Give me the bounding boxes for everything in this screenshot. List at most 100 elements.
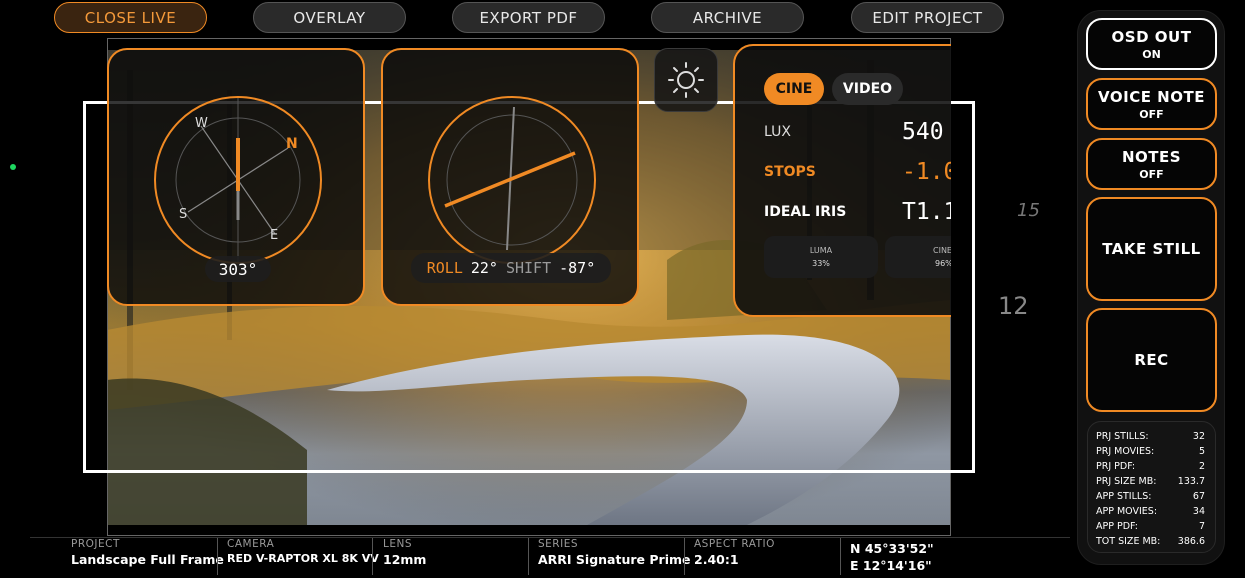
luma-label: LUMA <box>809 246 833 255</box>
voice-note-button[interactable]: VOICE NOTE OFF <box>1086 78 1217 130</box>
latitude: N 45°33'52" <box>850 541 934 556</box>
export-pdf-button[interactable]: EXPORT PDF <box>452 2 605 33</box>
project-value: Landscape Full Frame <box>71 552 224 567</box>
rec-button[interactable]: REC <box>1086 308 1217 412</box>
roll-label: ROLL <box>426 259 463 277</box>
divider <box>528 538 529 575</box>
archive-button[interactable]: ARCHIVE <box>651 2 804 33</box>
luma-value: 33% <box>812 259 830 268</box>
level-panel: ROLL 22° SHIFT -87° <box>381 48 639 306</box>
lens-info: LENS 12mm <box>383 538 426 575</box>
divider <box>840 538 841 575</box>
gps-info: N 45°33'52" E 12°14'16" <box>850 541 934 578</box>
stat-label: PRJ PDF: <box>1096 461 1136 472</box>
stat-value: 32 <box>1192 431 1205 442</box>
level-readout: ROLL 22° SHIFT -87° <box>411 253 611 283</box>
stat-value: 34 <box>1192 506 1205 517</box>
osd-out-state: ON <box>1142 47 1161 61</box>
stat-value: 7 <box>1198 521 1205 532</box>
stat-row: PRJ STILLS: 32 <box>1096 431 1205 442</box>
lens-label: LENS <box>383 538 413 550</box>
stat-label: PRJ SIZE MB: <box>1096 476 1157 487</box>
rec-label: REC <box>1134 351 1169 369</box>
camera-value: RED V-RAPTOR XL 8K VV <box>227 552 379 565</box>
side-number-12: 12 <box>998 292 1029 320</box>
compass-label-n: N <box>286 136 298 152</box>
stat-label: TOT SIZE MB: <box>1096 536 1161 547</box>
cine-label: CINE <box>933 246 951 255</box>
tab-cine[interactable]: CINE <box>764 73 824 105</box>
stat-value: 5 <box>1198 446 1205 457</box>
edit-project-button[interactable]: EDIT PROJECT <box>851 2 1004 33</box>
aspect-info: ASPECT RATIO 2.40:1 <box>694 538 775 575</box>
stat-row: PRJ MOVIES: 5 <box>1096 446 1205 457</box>
voice-note-title: VOICE NOTE <box>1098 87 1205 106</box>
compass-heading: 303° <box>205 256 271 282</box>
stat-value: 133.7 <box>1177 476 1205 487</box>
notes-button[interactable]: NOTES OFF <box>1086 138 1217 190</box>
roll-value: 22° <box>470 259 498 277</box>
notes-title: NOTES <box>1121 147 1182 166</box>
take-still-button[interactable]: TAKE STILL <box>1086 197 1217 301</box>
stops-label: STOPS <box>764 164 816 180</box>
series-info: SERIES ARRI Signature Prime <box>538 538 690 575</box>
stat-row: APP MOVIES: 34 <box>1096 506 1205 517</box>
compass-label-s: S <box>179 207 188 222</box>
project-info: PROJECT Landscape Full Frame <box>71 538 224 575</box>
stat-row: APP PDF: 7 <box>1096 521 1205 532</box>
stat-label: PRJ STILLS: <box>1096 431 1149 442</box>
stops-clip: -1.0 <box>900 155 951 191</box>
stat-value: 67 <box>1192 491 1205 502</box>
aspect-label: ASPECT RATIO <box>694 538 775 550</box>
lux-label: LUX <box>764 124 791 140</box>
stat-value: 386.6 <box>1177 536 1205 547</box>
stat-row: PRJ PDF: 2 <box>1096 461 1205 472</box>
stat-row: APP STILLS: 67 <box>1096 491 1205 502</box>
stat-label: APP PDF: <box>1096 521 1138 532</box>
longitude: E 12°14'16" <box>850 558 932 573</box>
divider <box>217 538 218 575</box>
side-number-15: 15 <box>1017 200 1040 221</box>
divider <box>372 538 373 575</box>
sun-icon <box>668 62 704 98</box>
camera-info: CAMERA RED V-RAPTOR XL 8K VV <box>227 538 379 575</box>
notes-state: OFF <box>1139 167 1164 181</box>
shift-label: SHIFT <box>505 259 552 277</box>
status-dot <box>10 164 16 170</box>
divider <box>684 538 685 575</box>
stat-value: 2 <box>1198 461 1205 472</box>
iris-clip: T1.1 <box>900 195 951 231</box>
stat-row: TOT SIZE MB: 386.6 <box>1096 536 1205 547</box>
series-value: ARRI Signature Prime <box>538 552 691 567</box>
tab-video[interactable]: VIDEO <box>832 73 903 105</box>
take-still-label: TAKE STILL <box>1102 240 1201 258</box>
osd-out-title: OSD OUT <box>1111 27 1192 46</box>
stat-label: APP MOVIES: <box>1096 506 1158 517</box>
stat-label: APP STILLS: <box>1096 491 1152 502</box>
stat-row: PRJ SIZE MB: 133.7 <box>1096 476 1205 487</box>
shift-value: -87° <box>559 259 596 277</box>
aspect-value: 2.40:1 <box>694 552 739 567</box>
camera-label: CAMERA <box>227 538 275 550</box>
cine-box-clip: CINE 96% <box>885 236 951 278</box>
compass-label-e: E <box>270 228 279 243</box>
brightness-button[interactable] <box>654 48 718 112</box>
project-label: PROJECT <box>71 538 120 550</box>
compass-label-w: W <box>195 116 208 131</box>
close-live-button[interactable]: CLOSE LIVE <box>54 2 207 33</box>
cine-value: 96% <box>935 259 951 268</box>
luma-box: LUMA 33% <box>764 236 878 278</box>
lux-value: 540 <box>902 119 944 145</box>
stops-value: -1.0 <box>902 159 951 185</box>
lens-value: 12mm <box>383 552 427 567</box>
overlay-button[interactable]: OVERLAY <box>253 2 406 33</box>
stat-label: PRJ MOVIES: <box>1096 446 1155 457</box>
compass-panel: W N S E 303° <box>107 48 365 306</box>
iris-label: IDEAL IRIS <box>764 204 847 220</box>
voice-note-state: OFF <box>1139 107 1164 121</box>
iris-value: T1.1 <box>902 199 951 225</box>
cine-box: CINE 96% <box>885 236 951 278</box>
osd-out-button[interactable]: OSD OUT ON <box>1086 18 1217 70</box>
series-label: SERIES <box>538 538 578 550</box>
stats-panel: PRJ STILLS: 32 PRJ MOVIES: 5 PRJ PDF: 2 PRJ… <box>1087 421 1216 553</box>
